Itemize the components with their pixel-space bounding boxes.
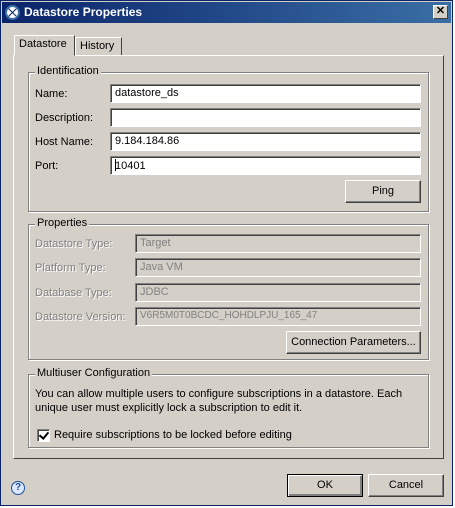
title-bar[interactable]: Datastore Properties ✕ (2, 2, 451, 23)
datastore-type-field: Target (135, 234, 421, 253)
platform-type-label: Platform Type: (35, 262, 106, 274)
tab-history-label: History (80, 40, 115, 52)
dialog-window: Datastore Properties ✕ Datastore History… (0, 0, 453, 506)
datastore-version-field: V6R5M0T0BCDC_HOHDLPJU_165_47 (135, 307, 421, 326)
connection-parameters-button[interactable]: Connection Parameters... (286, 331, 421, 354)
host-name-input[interactable]: 9.184.184.86 (110, 132, 421, 151)
platform-type-field: Java VM (135, 258, 421, 277)
lock-subscriptions-label[interactable]: Require subscriptions to be locked befor… (54, 429, 292, 441)
app-icon (5, 5, 20, 20)
host-name-label: Host Name: (35, 136, 94, 148)
tab-datastore[interactable]: Datastore (14, 35, 75, 56)
help-icon[interactable]: ? (11, 481, 25, 495)
identification-group-title: Identification (35, 65, 101, 77)
port-input[interactable]: 10401 (110, 156, 421, 175)
ok-button[interactable]: OK (287, 474, 363, 497)
multiuser-group-title: Multiuser Configuration (35, 367, 153, 379)
datastore-type-label: Datastore Type: (35, 238, 113, 250)
tab-history[interactable]: History (75, 37, 122, 56)
name-input[interactable]: datastore_ds (110, 84, 421, 103)
tab-datastore-label: Datastore (19, 38, 67, 50)
multiuser-description: You can allow multiple users to configur… (35, 388, 403, 414)
port-label: Port: (35, 160, 59, 172)
database-type-field: JDBC (135, 283, 421, 302)
cancel-button[interactable]: Cancel (368, 474, 444, 497)
datastore-version-label: Datastore Version: (35, 311, 126, 323)
name-label: Name: (35, 88, 68, 100)
database-type-label: Database Type: (35, 287, 112, 299)
lock-subscriptions-checkbox[interactable] (37, 429, 50, 442)
description-input[interactable] (110, 108, 421, 127)
ping-button[interactable]: Ping (345, 180, 421, 203)
window-title: Datastore Properties (24, 5, 143, 19)
close-button[interactable]: ✕ (433, 5, 448, 19)
properties-group-title: Properties (35, 217, 90, 229)
description-label: Description: (35, 112, 94, 124)
port-value: 10401 (115, 160, 146, 172)
